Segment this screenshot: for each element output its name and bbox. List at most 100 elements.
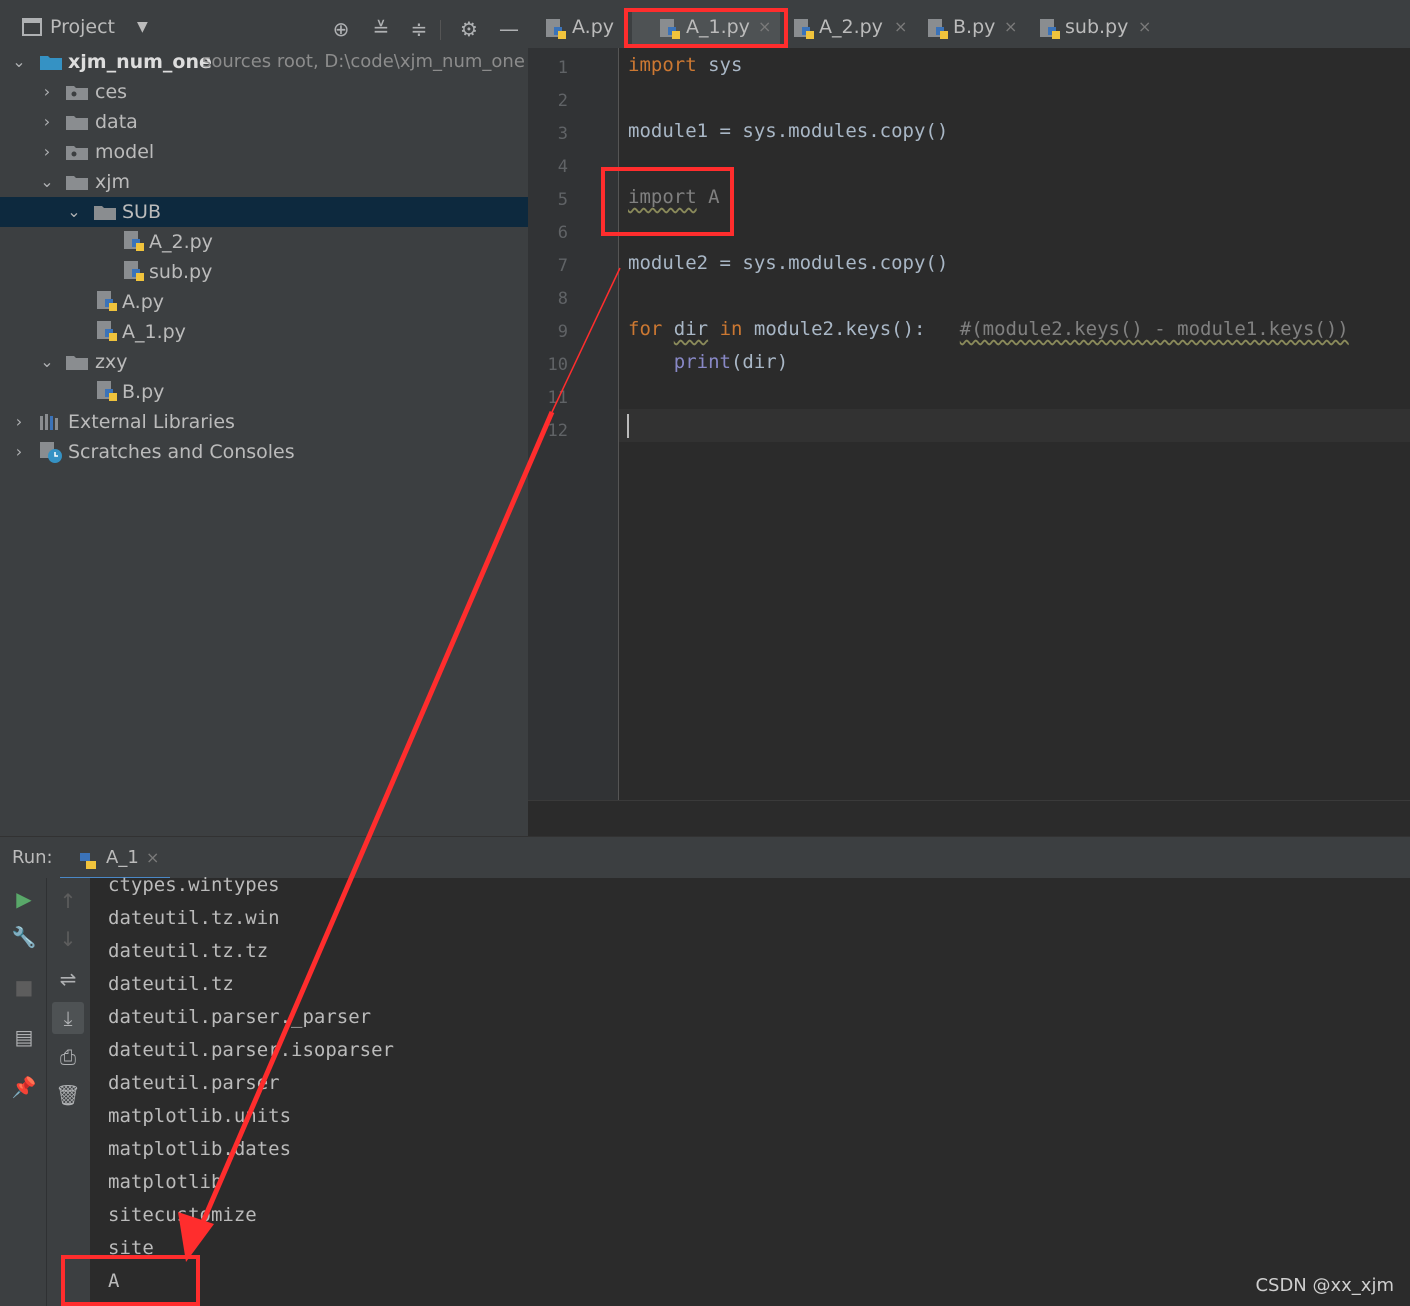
chevron-right-icon[interactable]: › (10, 437, 28, 467)
library-icon (40, 412, 62, 430)
arrow-up-icon[interactable]: ↑ (55, 888, 81, 914)
project-window-icon (22, 18, 42, 36)
tree-item-sub[interactable]: ⌄ SUB (0, 197, 528, 227)
chevron-down-icon[interactable]: ⌄ (10, 47, 28, 77)
code-line-7: module2 = sys.modules.copy() (628, 252, 949, 274)
folder-icon (66, 114, 88, 130)
chevron-right-icon[interactable]: › (38, 77, 56, 107)
chevron-right-icon[interactable]: › (10, 407, 28, 437)
project-view-selector[interactable]: Project ▼ (22, 16, 148, 38)
tree-item-model[interactable]: › model (0, 137, 528, 167)
tree-label: A.py (122, 291, 165, 313)
scroll-to-end-icon[interactable]: ⤓ (52, 1002, 84, 1034)
close-icon[interactable]: × (894, 8, 907, 46)
locate-icon[interactable]: ⊕ (330, 18, 352, 40)
tree-item-xjm[interactable]: ⌄ xjm (0, 167, 528, 197)
arrow-down-icon[interactable]: ↓ (55, 926, 81, 952)
tab-b-py[interactable]: B.py × (926, 8, 1026, 46)
line-number: 11 (547, 388, 568, 408)
chevron-down-icon[interactable]: ⌄ (38, 347, 56, 377)
tree-label: data (95, 111, 138, 133)
stop-icon[interactable]: ■ (11, 974, 37, 1000)
tree-item-ces[interactable]: › ces (0, 77, 528, 107)
tab-a-2-py[interactable]: A_2.py × (792, 8, 912, 46)
line-number: 12 (547, 421, 568, 441)
run-panel-header: Run: A_1 × (0, 836, 1410, 880)
print-icon[interactable]: ⎙ (55, 1044, 81, 1070)
builtin-function: print (673, 351, 731, 373)
soft-wrap-icon[interactable]: ⇌ (55, 966, 81, 992)
console-line: dateutil.parser.isoparser (108, 1039, 394, 1061)
console-line: dateutil.tz (108, 973, 234, 995)
line-number: 6 (557, 223, 568, 243)
tree-item-scratches[interactable]: › Scratches and Consoles (0, 437, 528, 467)
root-name: xjm_num_one (68, 51, 212, 73)
console-line: ctypes.wintypes (108, 874, 280, 896)
tree-label: xjm (95, 171, 131, 193)
tree-label: A_2.py (149, 231, 213, 253)
gear-icon[interactable]: ⚙ (458, 18, 480, 40)
tree-item-a1py[interactable]: A_1.py (0, 317, 528, 347)
code-editor[interactable]: 1 2 3 4 5 6 7 8 9 10 11 12 import sys mo… (528, 48, 1410, 800)
python-file-icon (1040, 16, 1060, 39)
run-label: Run: (12, 847, 53, 868)
tree-label: SUB (122, 201, 162, 223)
tree-item-subpy[interactable]: sub.py (0, 257, 528, 287)
code-text: sys (696, 54, 743, 76)
chevron-right-icon[interactable]: › (38, 107, 56, 137)
code-line-10: print(dir) (628, 351, 788, 373)
layout-icon[interactable]: ▤ (11, 1024, 37, 1050)
console-line: dateutil.tz.tz (108, 940, 269, 962)
expand-all-icon[interactable]: ≚ (370, 18, 392, 40)
close-icon[interactable]: × (146, 837, 159, 879)
package-folder-icon (66, 84, 88, 100)
tree-label: B.py (122, 381, 165, 403)
python-file-icon (546, 16, 566, 39)
tab-label: A.py (572, 16, 615, 38)
console-line: dateutil.tz.win (108, 907, 280, 929)
tree-label: ces (95, 81, 128, 103)
tree-item-zxy[interactable]: ⌄ zxy (0, 347, 528, 377)
tab-label: sub.py (1065, 16, 1129, 38)
pin-icon[interactable]: 📌 (11, 1074, 37, 1100)
root-hint: sources root, D:\code\xjm_num_one (202, 51, 525, 72)
close-icon[interactable]: × (1138, 8, 1151, 46)
folder-icon (66, 174, 88, 190)
chevron-down-icon[interactable]: ⌄ (38, 167, 56, 197)
code-line-1: import sys (628, 54, 742, 76)
tree-label: Scratches and Consoles (68, 441, 295, 463)
tree-item-data[interactable]: › data (0, 107, 528, 137)
tree-label: model (95, 141, 155, 163)
minimize-icon[interactable]: — (498, 18, 520, 40)
tree-item-external-libraries[interactable]: › External Libraries (0, 407, 528, 437)
tree-item-a2py[interactable]: A_2.py (0, 227, 528, 257)
divider (46, 878, 47, 1306)
chevron-down-icon[interactable]: ⌄ (65, 197, 83, 227)
console-output[interactable]: ctypes.wintypes dateutil.tz.win dateutil… (90, 874, 1410, 1306)
highlight-box-active-tab (624, 8, 788, 48)
line-number: 9 (557, 322, 568, 342)
close-icon[interactable]: × (1004, 8, 1017, 46)
highlight-box-output-a (61, 1255, 200, 1306)
line-number: 10 (547, 355, 568, 375)
folder-icon (40, 54, 62, 70)
console-line: matplotlib.units (108, 1105, 292, 1127)
tree-item-bpy[interactable]: B.py (0, 377, 528, 407)
chevron-right-icon[interactable]: › (38, 137, 56, 167)
python-file-icon (97, 321, 117, 343)
wrench-icon[interactable]: 🔧 (11, 924, 37, 950)
collapse-all-icon[interactable]: ≑ (408, 18, 430, 40)
python-file-icon (794, 16, 814, 39)
tab-sub-py[interactable]: sub.py × (1038, 8, 1151, 46)
console-line: matplotlib.dates (108, 1138, 292, 1160)
console-line: dateutil.parser (108, 1072, 280, 1094)
python-file-icon (124, 231, 144, 253)
keyword: for (628, 318, 663, 340)
tree-label: sub.py (149, 261, 213, 283)
trash-icon[interactable]: 🗑 (55, 1082, 81, 1108)
text-caret (627, 414, 629, 438)
watermark: CSDN @xx_xjm (1255, 1275, 1394, 1296)
tree-item-apy[interactable]: A.py (0, 287, 528, 317)
tree-root[interactable]: ⌄ xjm_num_one sources root, D:\code\xjm_… (0, 47, 528, 77)
rerun-icon[interactable]: ▶ (11, 886, 37, 912)
